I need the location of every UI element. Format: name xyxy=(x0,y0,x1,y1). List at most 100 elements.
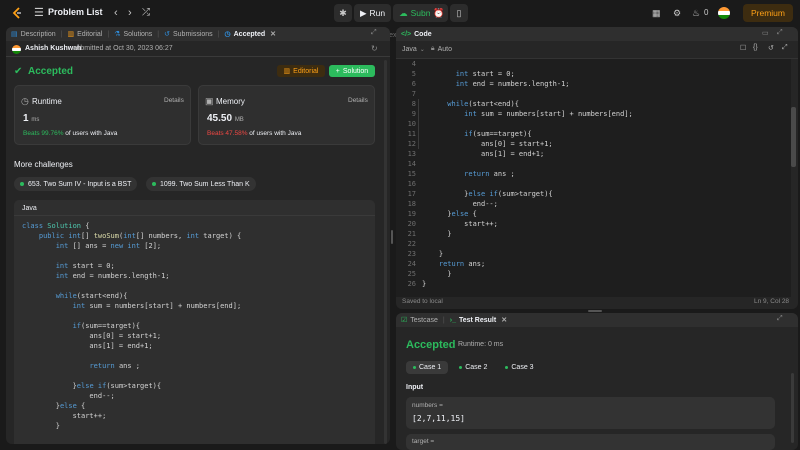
runtime-title: Runtime xyxy=(32,97,62,106)
code-line: ans[0] = start+1; xyxy=(22,332,162,340)
fullscreen-icon[interactable]: ⤢ xyxy=(782,44,788,52)
solution-button[interactable]: + Solution xyxy=(329,65,375,77)
tab-code[interactable]: </> Code xyxy=(396,27,437,41)
editor-line: ans[1] = end+1; xyxy=(422,150,545,158)
left-scrollbar[interactable] xyxy=(384,60,387,444)
user-avatar[interactable] xyxy=(718,7,730,19)
expand-panel-icon[interactable]: ⤢ xyxy=(371,29,377,37)
case-tab-1[interactable]: Case 1 xyxy=(406,361,449,374)
runtime-details-link[interactable]: Details xyxy=(164,97,184,104)
tab-label: Editorial xyxy=(77,30,103,38)
runtime-card[interactable]: ◷ Runtime Details 1 ms Beats 99.76% of u… xyxy=(14,85,191,145)
play-icon: ▶ xyxy=(360,7,367,18)
notes-button[interactable]: ▯ xyxy=(450,4,468,22)
line-number: 20 xyxy=(407,220,416,228)
settings-gear-icon[interactable]: ⚙ xyxy=(673,6,681,20)
reset-icon[interactable]: ↺ xyxy=(768,44,774,52)
line-number: 7 xyxy=(411,90,416,98)
test-scrollbar[interactable] xyxy=(791,373,794,443)
horizontal-splitter-handle[interactable] xyxy=(588,310,602,312)
indent-guide xyxy=(418,99,789,149)
layout-grid-icon[interactable]: ▦ xyxy=(652,6,661,20)
runtime-beats: Beats 99.76% of users with Java xyxy=(23,130,117,137)
line-number: 10 xyxy=(407,120,416,128)
bookmark-icon[interactable]: ☐ xyxy=(740,44,746,52)
line-number-gutter: 4 5 6 7 8 9 10 11 12 13 14 15 16 17 18 19 20 21 22 23 24 25 26 xyxy=(398,59,416,289)
code-line: class Solution { xyxy=(22,222,90,230)
difficulty-dot xyxy=(20,182,24,186)
solution-label: Solution xyxy=(342,67,369,75)
document-icon: ▤ xyxy=(11,31,18,38)
premium-button[interactable]: Premium xyxy=(743,4,793,22)
code-line: start++; xyxy=(22,412,107,420)
problem-list-icon[interactable]: ☰ xyxy=(34,6,44,20)
expand-icon[interactable]: ▭ xyxy=(762,29,769,37)
line-number: 11 xyxy=(407,130,416,138)
prev-problem-icon[interactable]: ‹ xyxy=(114,6,118,20)
auto-mode-label[interactable]: Auto xyxy=(438,46,452,53)
divider xyxy=(6,56,390,57)
tab-test-result[interactable]: ›_ Test Result ✕ xyxy=(445,313,512,327)
test-runtime: Runtime: 0 ms xyxy=(458,341,504,348)
memory-number: 45.50 xyxy=(207,113,233,124)
close-tab-icon[interactable]: ✕ xyxy=(501,316,507,324)
tab-testcase[interactable]: ☑ Testcase xyxy=(396,313,443,327)
case-tab-2[interactable]: Case 2 xyxy=(452,361,494,374)
leetcode-logo-icon[interactable] xyxy=(10,6,24,20)
memory-card[interactable]: ▣ Memory Details 45.50 MB Beats 47.58% o… xyxy=(198,85,375,145)
editor-scrollbar[interactable] xyxy=(791,107,796,167)
timer-button[interactable]: ⏰ xyxy=(430,4,448,22)
challenge-item[interactable]: 1099. Two Sum Less Than K xyxy=(146,177,256,191)
shuffle-icon[interactable]: ⤮ xyxy=(142,6,150,20)
expand-icon[interactable]: ⤢ xyxy=(777,315,783,323)
pass-dot xyxy=(459,366,463,369)
tab-editorial[interactable]: ▥ Editorial xyxy=(62,27,107,41)
submitted-code-block[interactable]: Java class Solution { public int[] twoSu… xyxy=(14,200,375,444)
more-challenges-title: More challenges xyxy=(14,160,73,169)
maximize-icon[interactable]: ⤢ xyxy=(777,29,783,37)
code-line: end--; xyxy=(22,392,115,400)
next-problem-icon[interactable]: › xyxy=(128,6,132,20)
lock-icon: 🔒︎ xyxy=(430,45,435,52)
var-name: numbers = xyxy=(412,402,443,409)
tab-description[interactable]: ▤ Description xyxy=(6,27,61,41)
case-tab-3[interactable]: Case 3 xyxy=(498,361,540,374)
tab-submissions[interactable]: ↺ Submissions xyxy=(159,27,218,41)
submitted-time: submitted at Oct 30, 2023 06:27 xyxy=(73,45,173,52)
memory-beats-rest: of users with Java xyxy=(249,130,302,137)
line-number: 24 xyxy=(407,260,416,268)
streak-fire-icon[interactable]: ♨ xyxy=(692,6,700,20)
line-number: 5 xyxy=(411,70,416,78)
debug-button[interactable]: ✱ xyxy=(334,4,352,22)
format-braces-icon[interactable]: {} xyxy=(753,44,758,51)
code-editor[interactable]: 4 5 6 7 8 9 10 11 12 13 14 15 16 17 18 19 20 21 22 23 24 25 26… xyxy=(396,59,791,297)
code-line: if(sum==target){ xyxy=(72,322,141,330)
line-number: 18 xyxy=(407,200,416,208)
runtime-value: 1 ms xyxy=(23,113,39,124)
editorial-button[interactable]: ▥ Editorial xyxy=(277,65,325,77)
tab-label: Test Result xyxy=(458,316,497,324)
editor-code-text[interactable]: int start = 0; int end = numbers.length-… xyxy=(422,59,633,289)
streak-count: 0 xyxy=(704,8,709,17)
language-select[interactable]: Java xyxy=(402,46,417,53)
code-brackets-icon: </> xyxy=(401,30,412,38)
memory-details-link[interactable]: Details xyxy=(348,97,368,104)
editor-line: } xyxy=(422,230,452,238)
challenge-item[interactable]: 653. Two Sum IV - Input is a BST xyxy=(14,177,138,191)
vertical-splitter-handle[interactable] xyxy=(391,230,393,244)
line-number: 26 xyxy=(407,280,416,288)
tab-label: Solutions xyxy=(123,30,153,38)
editor-line: end--; xyxy=(422,200,498,208)
line-number: 22 xyxy=(407,240,416,248)
close-tab-icon[interactable]: ✕ xyxy=(270,30,276,38)
problem-list-link[interactable]: Problem List xyxy=(48,7,103,17)
tab-solutions[interactable]: ⚗ Solutions xyxy=(109,27,157,41)
tab-accepted[interactable]: ◷ Accepted ✕ xyxy=(220,27,282,41)
refresh-icon[interactable]: ↻ xyxy=(371,44,378,53)
tab-label: Submissions xyxy=(173,30,213,38)
editor-line: return ans ; xyxy=(464,170,515,178)
run-button[interactable]: ▶ Run xyxy=(354,4,392,22)
editor-line: } xyxy=(422,280,427,288)
submitted-code-text: class Solution { public int[] twoSum(int… xyxy=(22,221,241,431)
